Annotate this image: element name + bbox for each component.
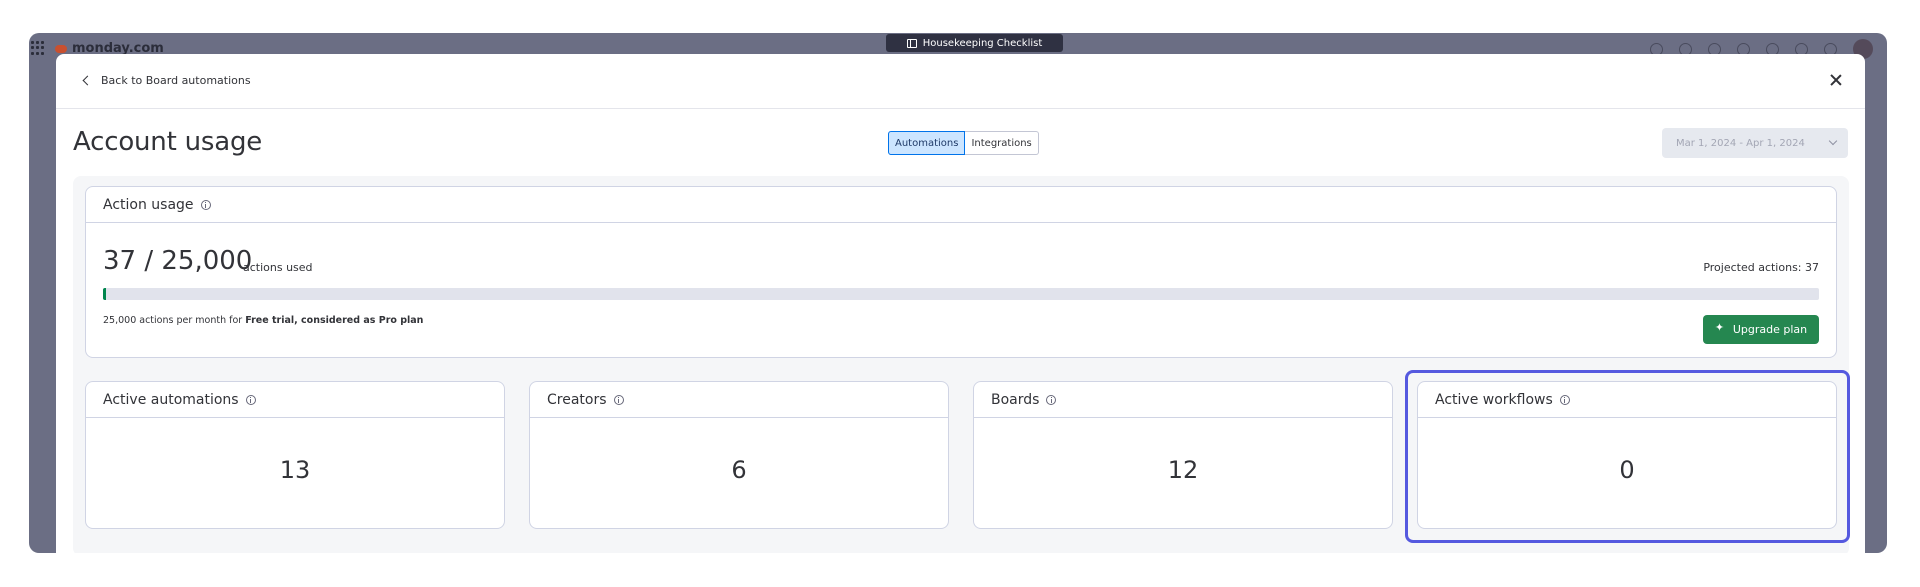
stat-card-header: Creators xyxy=(530,382,948,418)
tab-automations[interactable]: Automations xyxy=(888,131,966,155)
stat-card-header: Active automations xyxy=(86,382,504,418)
date-range-value: Mar 1, 2024 - Apr 1, 2024 xyxy=(1676,137,1805,149)
board-name-pill[interactable]: Housekeeping Checklist xyxy=(886,34,1063,52)
info-icon[interactable] xyxy=(1559,394,1570,405)
stat-value: 13 xyxy=(279,456,311,484)
info-icon[interactable] xyxy=(613,394,624,405)
page-title: Account usage xyxy=(73,127,263,157)
stat-title: Creators xyxy=(547,391,607,408)
info-icon[interactable] xyxy=(245,394,256,405)
stat-value: 6 xyxy=(731,456,747,484)
upgrade-plan-button[interactable]: Upgrade plan xyxy=(1703,315,1819,344)
board-name: Housekeeping Checklist xyxy=(922,37,1043,49)
info-icon[interactable] xyxy=(200,199,211,210)
plan-note: 25,000 actions per month for Free trial,… xyxy=(103,315,423,326)
back-link-label: Back to Board automations xyxy=(101,74,251,87)
chevron-left-icon xyxy=(82,75,93,86)
projected-actions: Projected actions: 37 xyxy=(1703,261,1819,274)
logo-icon xyxy=(55,44,67,53)
plan-note-prefix: 25,000 actions per month for xyxy=(103,315,246,326)
plan-name: Free trial, considered as Pro plan xyxy=(245,315,424,326)
action-usage-title: Action usage xyxy=(103,196,194,213)
app-topbar: monday.com Housekeeping Checklist xyxy=(29,33,1887,59)
modal-header: Back to Board automations xyxy=(56,54,1865,109)
account-usage-modal: Back to Board automations Account usage … xyxy=(56,54,1865,553)
sparkle-icon xyxy=(1715,321,1726,335)
stat-value: 12 xyxy=(1167,456,1199,484)
active-workflows-card: Active workflows 0 xyxy=(1417,381,1837,529)
upgrade-plan-label: Upgrade plan xyxy=(1732,323,1808,336)
stat-title: Active workflows xyxy=(1435,391,1553,408)
active-automations-card: Active automations 13 xyxy=(85,381,505,529)
date-range-select[interactable]: Mar 1, 2024 - Apr 1, 2024 xyxy=(1662,128,1848,158)
back-to-board-automations-link[interactable]: Back to Board automations xyxy=(81,74,251,87)
action-usage-card: Action usage 37 / 25,000 actions used Pr… xyxy=(85,186,1837,358)
stat-card-header: Boards xyxy=(974,382,1392,418)
tab-integrations[interactable]: Integrations xyxy=(965,131,1039,155)
usage-type-toggle: Automations Integrations xyxy=(888,131,1039,155)
usage-progress-fill xyxy=(103,288,106,300)
apps-grid-icon[interactable] xyxy=(31,41,45,55)
action-usage-header: Action usage xyxy=(86,187,1836,223)
actions-used-count: 37 / 25,000 xyxy=(103,246,253,276)
stat-value: 0 xyxy=(1619,456,1635,484)
info-icon[interactable] xyxy=(1046,394,1057,405)
usage-content: Action usage 37 / 25,000 actions used Pr… xyxy=(73,176,1849,553)
stat-title: Boards xyxy=(991,391,1040,408)
stat-card-header: Active workflows xyxy=(1418,382,1836,418)
usage-progress-bar xyxy=(103,288,1819,300)
creators-card: Creators 6 xyxy=(529,381,949,529)
board-icon xyxy=(906,38,917,48)
close-icon[interactable] xyxy=(1827,71,1845,89)
actions-used-label: actions used xyxy=(243,261,313,274)
stat-title: Active automations xyxy=(103,391,239,408)
boards-card: Boards 12 xyxy=(973,381,1393,529)
chevron-down-icon xyxy=(1828,136,1838,146)
